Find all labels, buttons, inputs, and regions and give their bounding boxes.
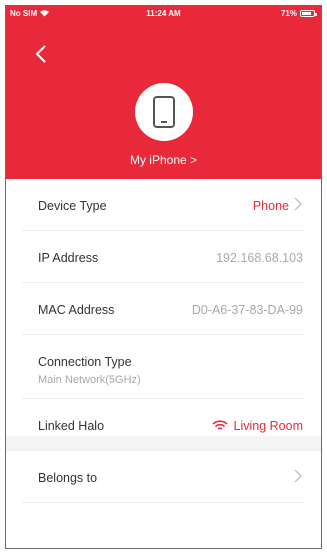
belongs-section: Belongs to — [6, 436, 321, 503]
ip-address-value: 192.168.68.103 — [216, 251, 303, 265]
device-avatar — [134, 83, 193, 141]
row-ip-address: IP Address 192.168.68.103 — [22, 231, 305, 283]
row-connection-type: Connection Type Main Network(5GHz) — [22, 335, 305, 399]
status-right: 71% — [280, 9, 317, 18]
connection-type-value: Main Network(5GHz) — [38, 374, 141, 386]
device-details-list: Device Type Phone IP Address 192.168.68.… — [6, 179, 321, 451]
mac-address-value: D0-A6-37-83-DA-99 — [191, 303, 303, 317]
phone-icon — [152, 96, 175, 128]
status-bar: No SIM 11:24 AM 71% — [6, 6, 321, 22]
row-mac-address: MAC Address D0-A6-37-83-DA-99 — [22, 283, 305, 335]
row-device-type[interactable]: Device Type Phone — [22, 179, 305, 231]
linked-halo-value: Living Room — [211, 419, 303, 433]
battery-percent: 71% — [280, 9, 297, 18]
connection-type-label: Connection Type — [38, 355, 132, 369]
device-name-link[interactable]: My iPhone > — [6, 153, 321, 167]
screen: No SIM 11:24 AM 71% My iPhone > Device T… — [5, 5, 322, 549]
chevron-right-icon — [294, 197, 302, 211]
back-icon[interactable] — [34, 44, 48, 64]
wifi-icon — [211, 420, 228, 430]
row-belongs-to[interactable]: Belongs to — [22, 451, 305, 503]
device-type-label: Device Type — [38, 199, 107, 213]
device-header: No SIM 11:24 AM 71% My iPhone > — [6, 6, 321, 179]
section-gap — [6, 436, 321, 451]
status-time: 11:24 AM — [146, 9, 181, 18]
chevron-right-icon — [294, 469, 302, 483]
battery-icon — [300, 10, 317, 17]
belongs-to-label: Belongs to — [38, 471, 98, 485]
linked-halo-label: Linked Halo — [38, 419, 105, 433]
linked-halo-name: Living Room — [233, 419, 303, 433]
ip-address-label: IP Address — [38, 251, 99, 265]
mac-address-label: MAC Address — [38, 303, 115, 317]
device-type-value: Phone — [252, 199, 289, 213]
